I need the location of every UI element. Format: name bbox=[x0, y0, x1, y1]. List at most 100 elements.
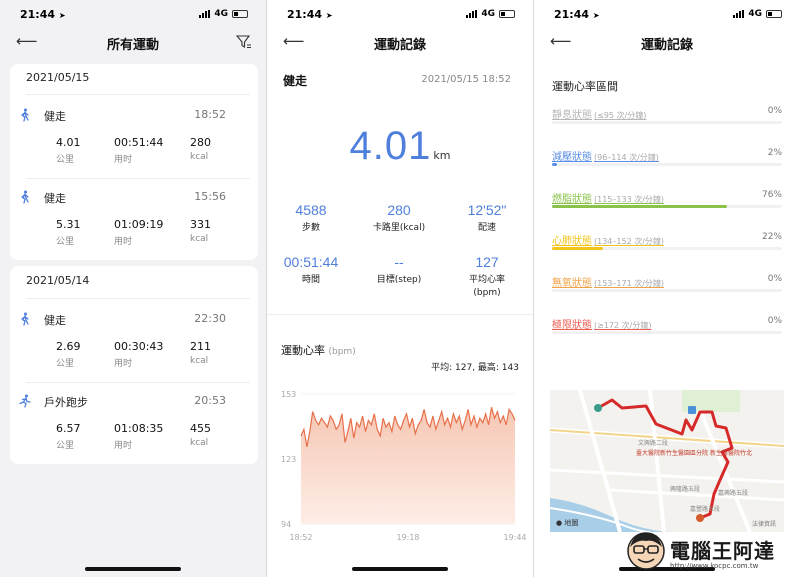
stat-calories: 280 卡路里(kcal) bbox=[355, 202, 443, 235]
walk-icon bbox=[21, 108, 29, 122]
activity-name: 健走 bbox=[44, 314, 66, 327]
x-tick-label: 18:52 bbox=[289, 533, 312, 542]
zone-track bbox=[552, 247, 782, 250]
activity-time: 15:56 bbox=[194, 190, 226, 203]
divider bbox=[26, 94, 250, 95]
group-date: 2021/05/14 bbox=[26, 274, 90, 287]
stat-label: 平均心率 (bpm) bbox=[468, 275, 505, 298]
zone-percent: 0% bbox=[767, 106, 782, 116]
activity-item[interactable]: 健走 18:52 4.01 公里 00:51:44 用时 280 kcal bbox=[10, 108, 258, 192]
group-date: 2021/05/15 bbox=[26, 71, 90, 84]
map-label: 文興路二段 bbox=[638, 440, 669, 447]
signal-icon bbox=[199, 10, 211, 18]
distance-value: 6.57 bbox=[56, 422, 81, 435]
stat-goal: -- 目標(step) bbox=[355, 254, 443, 287]
zone-name: 無氧狀態 (153–171 次/分鐘) bbox=[552, 278, 665, 289]
zone-fill bbox=[552, 205, 727, 208]
home-indicator[interactable] bbox=[352, 567, 448, 571]
nav-bar: ⟵ 運動記錄 bbox=[534, 26, 800, 58]
network-label: 4G bbox=[748, 9, 762, 19]
walk-icon bbox=[21, 312, 29, 326]
route-start-marker bbox=[594, 404, 602, 412]
zone-row: 心肺狀態 (134–152 次/分鐘) 22% bbox=[552, 232, 782, 262]
battery-icon bbox=[499, 10, 515, 18]
page-title: 運動記錄 bbox=[373, 38, 426, 53]
activity-item[interactable]: 健走 15:56 5.31 公里 01:09:19 用时 331 kcal bbox=[10, 190, 258, 274]
zone-row: 極限狀態 (≥172 次/分鐘) 0% bbox=[552, 316, 782, 346]
calories-unit: kcal bbox=[190, 234, 209, 244]
zone-name: 極限狀態 (≥172 次/分鐘) bbox=[552, 320, 652, 331]
distance-unit: 公里 bbox=[56, 155, 75, 165]
home-indicator[interactable] bbox=[85, 567, 181, 571]
location-arrow-icon: ➤ bbox=[592, 11, 600, 20]
map-legal-link[interactable]: 法律資訊 bbox=[752, 519, 776, 528]
stat-label: 步數 bbox=[301, 223, 320, 233]
activity-type: 健走 bbox=[283, 74, 308, 88]
zone-track bbox=[552, 163, 782, 166]
zone-range: (115–133 次/分鐘) bbox=[594, 195, 665, 204]
stat-pace: 12'52" 配速 bbox=[443, 202, 531, 235]
zone-row: 燃脂狀態 (115–133 次/分鐘) 76% bbox=[552, 190, 782, 220]
stat-label: 目標(step) bbox=[376, 275, 422, 285]
duration-unit: 用时 bbox=[114, 441, 133, 451]
activity-time: 22:30 bbox=[194, 312, 226, 325]
zones-title: 運動心率區間 bbox=[552, 80, 618, 93]
zone-track bbox=[552, 289, 782, 292]
stat-value: 280 bbox=[387, 202, 411, 218]
network-label: 4G bbox=[214, 9, 228, 19]
calories-value: 331 bbox=[190, 218, 211, 231]
activity-group-card: 2021/05/14 健走 22:30 2.69 公里 00:30:43 用时 21… bbox=[10, 266, 258, 464]
zone-row: 無氧狀態 (153–171 次/分鐘) 0% bbox=[552, 274, 782, 304]
y-tick-label: 94 bbox=[281, 520, 291, 529]
stat-value: 4588 bbox=[295, 202, 327, 218]
zone-track bbox=[552, 205, 782, 208]
activity-detail-screen: 21:44 ➤ 4G ⟵ 運動記錄 健走 2021/05/15 18:52 4.… bbox=[267, 0, 533, 577]
zone-name: 心肺狀態 (134–152 次/分鐘) bbox=[552, 236, 665, 247]
distance-value: 2.69 bbox=[56, 340, 81, 353]
map-canvas bbox=[550, 390, 784, 532]
route-map[interactable]: 文興路二段 臺大醫院新竹生醫園區分院 新生醫醫院竹北 興隆路五段 嘉興路五段 嘉… bbox=[550, 390, 784, 532]
stat-value: 00:51:44 bbox=[283, 254, 339, 270]
page-title: 所有運動 bbox=[106, 38, 159, 53]
signal-icon bbox=[733, 10, 745, 18]
duration-unit: 用时 bbox=[114, 155, 133, 165]
map-label: 嘉興路五段 bbox=[718, 490, 749, 497]
signal-icon bbox=[466, 10, 478, 18]
y-tick-label: 123 bbox=[281, 455, 296, 464]
mascot-logo bbox=[627, 532, 665, 570]
x-tick-label: 19:18 bbox=[396, 533, 419, 542]
duration-unit: 用时 bbox=[114, 359, 133, 369]
stat-label: 時間 bbox=[301, 275, 320, 285]
zone-percent: 76% bbox=[761, 190, 782, 200]
zone-fill bbox=[552, 247, 603, 250]
heart-rate-zones-screen: 21:44 ➤ 4G ⟵ 運動記錄 運動心率區間 靜息狀態 (≤95 次/分鐘) 0… bbox=[534, 0, 800, 577]
zone-range: (96–114 次/分鐘) bbox=[594, 153, 659, 162]
duration-value: 01:08:35 bbox=[114, 422, 164, 435]
activity-item[interactable]: 戶外跑步 20:53 6.57 公里 01:08:35 用时 455 kcal bbox=[10, 394, 258, 478]
distance-unit: km bbox=[433, 149, 451, 162]
zone-range: (134–152 次/分鐘) bbox=[594, 237, 665, 246]
zone-percent: 2% bbox=[767, 148, 782, 158]
zone-range: (≤95 次/分鐘) bbox=[594, 111, 647, 120]
zone-row: 減壓狀態 (96–114 次/分鐘) 2% bbox=[552, 148, 782, 178]
activity-item[interactable]: 健走 22:30 2.69 公里 00:30:43 用时 211 kcal bbox=[10, 312, 258, 396]
map-label: 新生醫醫院竹北 bbox=[710, 450, 753, 457]
divider bbox=[26, 298, 250, 299]
divider bbox=[26, 382, 250, 383]
heart-rate-summary: 平均: 127, 最高: 143 bbox=[431, 363, 519, 373]
watermark-name: 電腦王阿達 bbox=[670, 539, 775, 563]
zone-percent: 0% bbox=[767, 316, 782, 326]
duration-value: 00:51:44 bbox=[114, 136, 164, 149]
map-label: 嘉豐路五段 bbox=[690, 506, 721, 513]
duration-unit: 用时 bbox=[114, 237, 133, 247]
status-time: 21:44 ➤ bbox=[554, 8, 600, 21]
divider bbox=[26, 178, 250, 179]
location-arrow-icon: ➤ bbox=[325, 11, 333, 20]
calories-unit: kcal bbox=[190, 438, 209, 448]
filter-icon[interactable] bbox=[236, 34, 252, 50]
nav-bar: ⟵ 所有運動 bbox=[0, 26, 266, 58]
all-activities-screen: 21:44 ➤ 4G ⟵ 所有運動 2021/05/15 健走 18:52 4.… bbox=[0, 0, 266, 577]
stat-value: 12'52" bbox=[467, 202, 507, 218]
apple-icon: ● bbox=[556, 519, 563, 527]
battery-icon bbox=[232, 10, 248, 18]
